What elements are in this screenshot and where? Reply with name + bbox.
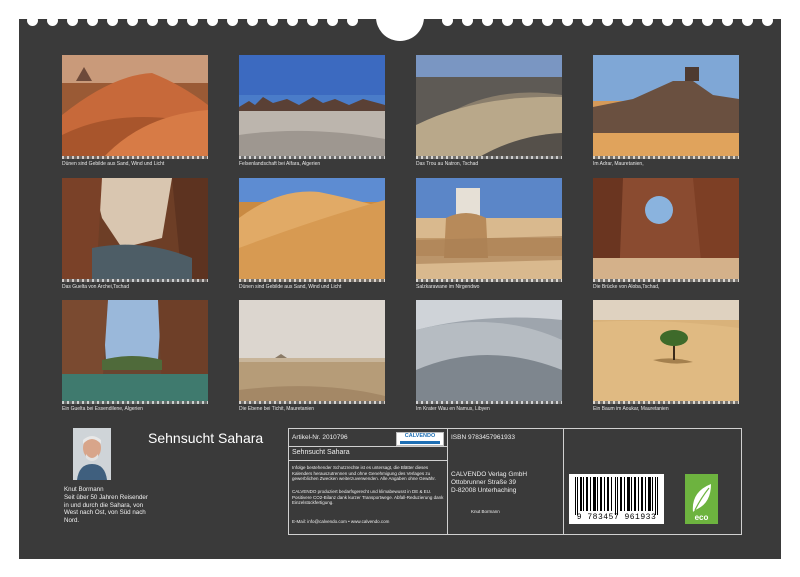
binding-hole xyxy=(622,15,633,26)
photo-tree-aoukar xyxy=(593,300,739,404)
binding-hole xyxy=(722,15,733,26)
binding-hole xyxy=(682,15,693,26)
calvendo-logo: CALVENDO xyxy=(396,432,444,446)
photo-rock-landscape xyxy=(239,55,385,159)
author-photo xyxy=(73,428,111,480)
binding-hole xyxy=(522,15,533,26)
publisher-line-3: D-82008 Unterhaching xyxy=(451,487,517,494)
caption-3: Das Trou au Natron, Tschad xyxy=(416,161,479,167)
binding-hole xyxy=(442,15,453,26)
binding-hole xyxy=(287,15,298,26)
photo-wau-en-namus xyxy=(416,300,562,404)
binding-hole xyxy=(502,15,513,26)
caption-8: Die Brücke von Aloba,Tschad, xyxy=(593,284,660,290)
binding-hole xyxy=(167,15,178,26)
hanger-cutout xyxy=(376,13,424,41)
photo-tichit-plain xyxy=(239,300,385,404)
binding-hole xyxy=(702,15,713,26)
caption-1: Dünen sind Gebilde aus Sand, Wind und Li… xyxy=(62,161,165,167)
binding-hole xyxy=(247,15,258,26)
binding-hole xyxy=(307,15,318,26)
binding-hole xyxy=(267,15,278,26)
binding-hole xyxy=(462,15,473,26)
binding-hole xyxy=(27,15,38,26)
caption-7: Salzkarawane im Nirgendwo xyxy=(416,284,480,290)
calendar-title: Sehnsucht Sahara xyxy=(148,430,264,446)
binding-hole xyxy=(187,15,198,26)
binding-hole xyxy=(147,15,158,26)
binding-hole xyxy=(87,15,98,26)
binding-hole xyxy=(127,15,138,26)
photo-salt-caravan xyxy=(416,178,562,282)
binding-hole xyxy=(642,15,653,26)
binding-hole xyxy=(662,15,673,26)
caption-4: Im Adrar, Mauretanien, xyxy=(593,161,644,167)
photo-guelta-essendilene xyxy=(62,300,208,404)
binding-hole xyxy=(47,15,58,26)
isbn: ISBN 9783457961933 xyxy=(451,434,515,441)
publisher-info-box: Artikel-Nr. 2010796 CALVENDO Sehnsucht S… xyxy=(288,428,742,535)
author-small: Knut Bormann xyxy=(471,509,500,514)
contact-info: E-Mail: info@calvendo.com • www.calvendo… xyxy=(292,519,390,524)
calendar-back-cover: Dünen sind Gebilde aus Sand, Wind und Li… xyxy=(19,13,781,559)
binding-hole xyxy=(562,15,573,26)
author-name: Knut Bormann xyxy=(64,486,104,493)
photo-trou-au-natron xyxy=(416,55,562,159)
product-title: Sehnsucht Sahara xyxy=(292,449,350,456)
eco-label: eco xyxy=(694,513,709,522)
binding-hole xyxy=(742,15,753,26)
binding-hole xyxy=(227,15,238,26)
binding-hole xyxy=(107,15,118,26)
photo-dunes-2 xyxy=(239,178,385,282)
eco-badge: eco xyxy=(685,474,718,524)
eco-note: CALVENDO produziert bedarfsgerecht und k… xyxy=(292,489,444,505)
binding-hole xyxy=(327,15,338,26)
binding-hole xyxy=(207,15,218,26)
caption-5: Das Guelta von Archei,Tschad xyxy=(62,284,129,290)
caption-9: Ein Guelta bei Essendilene, Algerien xyxy=(62,406,143,412)
photo-adrar xyxy=(593,55,739,159)
binding-hole xyxy=(542,15,553,26)
caption-10: Die Ebene bei Tichit, Mauretanien xyxy=(239,406,315,412)
photo-dunes-1 xyxy=(62,55,208,159)
author-bio: Seit über 50 Jahren Reisender in und dur… xyxy=(64,494,148,524)
caption-11: Im Krater Wau en Namus, Libyen xyxy=(416,406,490,412)
caption-2: Felsenlandschaft bei Aïfara, Algerien xyxy=(239,161,321,167)
publisher-line-2: Ottobrunner Straße 39 xyxy=(451,479,517,486)
binding-hole xyxy=(67,15,78,26)
caption-12: Ein Baum im Aoukar, Mauretanien xyxy=(593,406,669,412)
barcode: 9 783457 961933 xyxy=(569,474,664,524)
binding-hole xyxy=(602,15,613,26)
article-number: Artikel-Nr. 2010796 xyxy=(292,434,348,441)
photo-aloba-arch xyxy=(593,178,739,282)
caption-6: Dünen sind Gebilde aus Sand, Wind und Li… xyxy=(239,284,342,290)
binding-hole xyxy=(482,15,493,26)
binding-hole xyxy=(582,15,593,26)
barcode-number: 9 783457 961933 xyxy=(576,513,657,522)
binding-hole xyxy=(347,15,358,26)
publisher-line-1: CALVENDO Verlag GmbH xyxy=(451,471,528,478)
photo-guelta-archei xyxy=(62,178,208,282)
copyright-notice: Infolge bestehender Schutzrechte ist es … xyxy=(292,465,436,481)
binding-hole xyxy=(762,15,773,26)
